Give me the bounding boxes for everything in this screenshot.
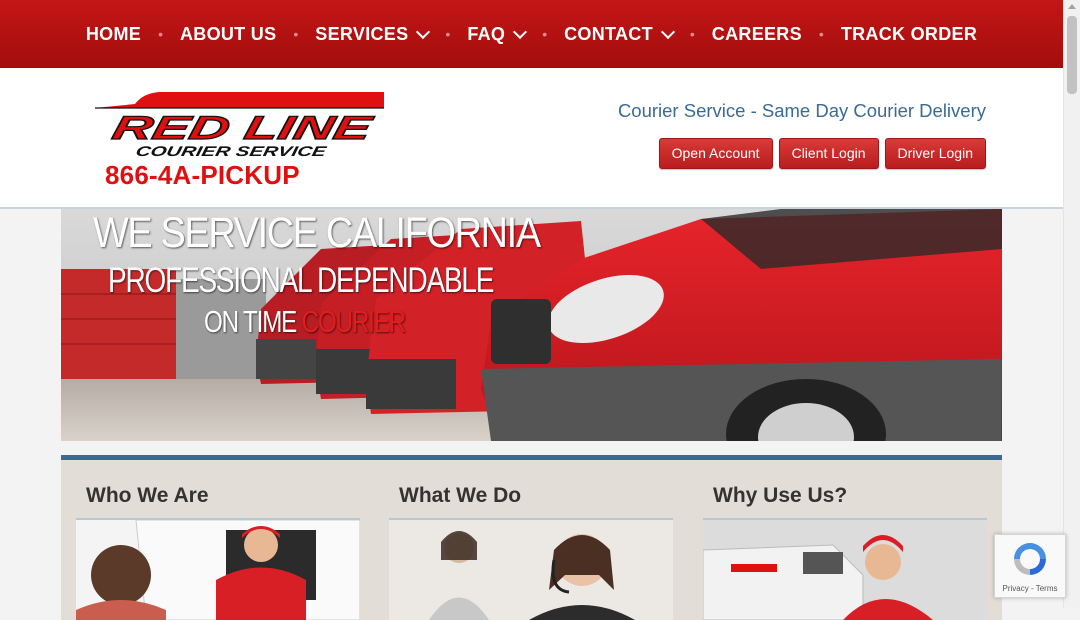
recaptcha-links[interactable]: Privacy - Terms [995,584,1065,593]
nav-services[interactable]: SERVICES [315,23,431,45]
column-title: Why Use Us? [713,484,848,507]
nav-about-us[interactable]: ABOUT US [180,24,276,45]
nav-separator: • [293,26,299,42]
nav-track-order-label: TRACK ORDER [840,23,978,44]
scroll-up-arrow-icon[interactable] [1068,4,1076,9]
hero-subheadline: PROFESSIONAL DEPENDABLE [108,261,494,300]
nav-faq[interactable]: FAQ [467,23,528,45]
chevron-down-icon [513,24,528,39]
nav-home-label: HOME [85,23,142,44]
nav-separator: • [445,26,451,42]
customer-service-image[interactable] [389,518,673,620]
tagline: Courier Service - Same Day Courier Deliv… [617,100,986,121]
column-title: What We Do [399,484,522,507]
open-account-button[interactable]: Open Account [658,138,773,169]
hero-headline: WE SERVICE CALIFORNIA [93,209,541,257]
nav-separator: • [542,26,548,42]
page-scrollbar[interactable] [1063,0,1080,608]
column-title: Who We Are [86,484,209,507]
red-line-logo[interactable]: RED LINE COURIER SERVICE [95,90,387,158]
nav-careers-label: CAREERS [711,23,802,44]
hero-tagline: ON TIME COURIER [204,304,406,340]
logo-text-main: RED LINE [109,110,378,147]
account-buttons: Open Account Client Login Driver Login [658,138,986,169]
phone-number[interactable]: 866-4A-PICKUP [105,160,300,191]
scroll-thumb[interactable] [1067,16,1077,94]
hero-tagline-prefix: ON TIME [204,304,302,339]
site-header: RED LINE COURIER SERVICE 866-4A-PICKUP C… [0,68,1063,209]
courier-driver-image[interactable] [76,518,360,620]
chevron-down-icon [660,24,675,39]
nav-separator: • [158,26,163,42]
nav-services-label: SERVICES [315,23,409,44]
nav-separator: • [689,26,695,42]
nav-contact-label: CONTACT [564,23,653,44]
nav-about-us-label: ABOUT US [179,23,277,44]
nav-careers[interactable]: CAREERS [712,24,802,45]
nav-faq-label: FAQ [467,23,506,44]
recaptcha-badge[interactable]: Privacy - Terms [994,534,1066,598]
recaptcha-icon [1014,543,1046,575]
hero-tagline-highlight: COURIER [301,304,406,339]
nav-home[interactable]: HOME [86,24,141,45]
feature-columns: Who We Are What We Do Why Use Us? [61,455,1002,620]
nav-contact[interactable]: CONTACT [564,23,675,45]
hero-banner: WE SERVICE CALIFORNIA PROFESSIONAL DEPEN… [61,209,1002,441]
courier-van-image[interactable] [703,518,987,620]
main-nav: HOME • ABOUT US • SERVICES • FAQ • CONTA… [0,0,1063,68]
nav-separator: • [818,26,824,42]
driver-login-button[interactable]: Driver Login [884,138,986,169]
client-login-button[interactable]: Client Login [778,138,879,169]
chevron-down-icon [416,24,431,39]
nav-track-order[interactable]: TRACK ORDER [841,24,977,45]
logo-text-sub: COURIER SERVICE [134,143,328,158]
